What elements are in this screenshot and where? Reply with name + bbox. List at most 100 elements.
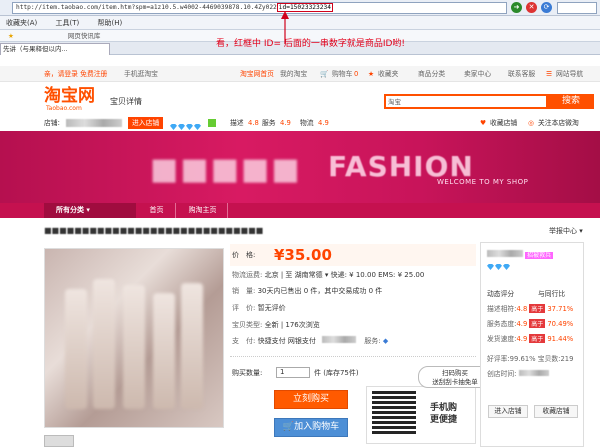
browser-address-bar: http://item.taobao.com/item.htm?spm=a1z1…: [0, 0, 600, 16]
mobile-link[interactable]: 手机逛淘宝: [124, 66, 158, 82]
taobao-top-bar: 亲，请登录 免费注册 手机逛淘宝 淘宝网首页 我的淘宝 🛒 购物车 0 ★ 收藏…: [0, 66, 600, 82]
product-price: ¥35.00: [274, 246, 332, 264]
add-to-cart-button[interactable]: 🛒加入购物车: [274, 418, 348, 437]
menu-help[interactable]: 帮助(H): [97, 19, 122, 27]
menu-bar: 收藏夹(A) 工具(T) 帮助(H): [0, 16, 600, 30]
desc-label: 描述: [230, 119, 244, 127]
pay-label: 支 付:: [232, 337, 256, 345]
review-label: 评 价:: [232, 304, 256, 312]
qr-title-line2: 更便捷: [430, 415, 458, 425]
refresh-icon[interactable]: ⟳: [541, 2, 552, 13]
dynamic-rating-label: 动态评分: [487, 290, 515, 298]
rating-score: 4.9: [516, 320, 528, 328]
enter-shop-button[interactable]: 进入店铺: [128, 117, 164, 129]
sales-label: 销 量:: [232, 287, 256, 295]
rating-pct: 37.71%: [547, 305, 574, 313]
search-button[interactable]: 搜索: [548, 94, 594, 109]
home-link[interactable]: 淘宝网首页: [240, 66, 274, 82]
diamond-icon: [170, 124, 177, 130]
url-prefix: http://item.taobao.com/item.htm?spm=a1z1…: [16, 4, 277, 11]
favorites-link[interactable]: 收藏夹: [378, 66, 398, 82]
seller-name-blurred: [487, 250, 523, 257]
annotation-text: 看，红框中 ID= 后面的一串数字就是商品ID哟!: [216, 39, 406, 49]
product-image[interactable]: [44, 248, 224, 428]
report-link[interactable]: 举报中心 ▾: [549, 226, 583, 236]
qr-title-line1: 手机购: [430, 403, 458, 413]
taobao-logo[interactable]: 淘宝网: [44, 88, 95, 105]
rating-score: 4.9: [516, 335, 528, 343]
follow-link[interactable]: 关注本店微淘: [538, 115, 579, 131]
freight-label: 物流运费:: [232, 271, 263, 279]
rating-label: 服务态度:: [487, 320, 517, 328]
stop-icon[interactable]: ✕: [526, 2, 537, 13]
freight-value: 北京 | 至 湖南常德 ▾ 快递: ¥ 10.00 EMS: ¥ 25.00: [264, 271, 425, 279]
cart-link[interactable]: 购物车: [332, 66, 352, 82]
qty-label: 购买数量:: [232, 369, 263, 377]
taobao-logo-sub: Taobao.com: [46, 105, 82, 112]
login-link[interactable]: 亲，请登录 免费注册: [44, 66, 107, 82]
search-scope-select[interactable]: 淘宝: [388, 96, 401, 106]
category-link[interactable]: 商品分类: [418, 66, 445, 82]
browser-tab[interactable]: 先讲（与果释但以内...: [0, 43, 110, 55]
shop-time-label: 创店时间:: [487, 370, 517, 378]
desc-score: 4.8: [248, 119, 259, 127]
diamond-icon: [186, 124, 193, 130]
browser-search-box[interactable]: [557, 2, 597, 14]
menu-favorites[interactable]: 收藏夹(A): [6, 19, 37, 27]
item-count: 宝贝数:219: [537, 355, 574, 363]
rating-score: 4.8: [516, 305, 528, 313]
sitemap-icon: ☰: [546, 70, 553, 78]
divider: [230, 356, 476, 357]
seller-center-link[interactable]: 卖家中心: [464, 66, 491, 82]
nav-home[interactable]: 首页: [138, 203, 176, 218]
buy-now-button[interactable]: 立刻购买: [274, 390, 348, 409]
collect-shop-side-button[interactable]: 收藏店铺: [534, 405, 578, 418]
rating-pct: 91.44%: [547, 335, 574, 343]
rating-tag: 高于: [529, 319, 546, 328]
diamond-icon: [495, 264, 502, 270]
product-thumbnail[interactable]: [44, 435, 74, 447]
add-to-cart-label: 加入购物车: [294, 422, 340, 432]
nav-all-categories[interactable]: 所有分类 ▾: [44, 203, 136, 218]
web-slice-gallery[interactable]: 网页快讯库: [68, 32, 101, 40]
nav-all-label: 所有分类: [56, 206, 84, 214]
service-label: 服务: [262, 119, 276, 127]
collect-shop-link[interactable]: 收藏店铺: [490, 115, 517, 131]
enter-shop-side-button[interactable]: 进入店铺: [488, 405, 528, 418]
tools-menu-label: 工具: [55, 19, 70, 27]
help-menu-label: 帮助: [97, 19, 112, 27]
service-badge-icon: ◆: [382, 337, 389, 345]
quantity-stepper[interactable]: 1: [276, 367, 310, 378]
ship-label: 物流: [300, 119, 314, 127]
guarantee-icon: [208, 119, 216, 127]
seller-badge: 招被救兵: [525, 252, 554, 259]
weitao-icon: ◎: [528, 119, 534, 127]
product-title-blurred: ■■■■■■■■■■■■■■■■■■■■■■■■■■■■■: [44, 226, 264, 235]
favorites-menu-label: 收藏夹: [6, 19, 27, 27]
rating-label: 发货速度:: [487, 335, 517, 343]
sitemap-link[interactable]: 网站导航: [556, 66, 583, 82]
search-input[interactable]: [384, 94, 548, 109]
type-label: 宝贝类型:: [232, 321, 263, 329]
shop-nav: 所有分类 ▾ 首页 购淘主页: [0, 203, 600, 218]
mobile-buy-title: 手机购 更便捷: [430, 402, 457, 426]
tools-menu-key: (T): [69, 19, 80, 27]
review-value: 暂无评价: [257, 304, 286, 312]
service-info-label: 服务:: [364, 337, 381, 345]
diamond-icon: [178, 124, 185, 130]
shop-info-row: 店铺: 进入店铺 描述 4.8 服务 4.9 物流 4.9 ♥ 收藏店铺 ◎ 关…: [0, 115, 600, 131]
menu-tools[interactable]: 工具(T): [56, 19, 80, 27]
service-link[interactable]: 联系客服: [508, 66, 535, 82]
nav-shop-home[interactable]: 购淘主页: [178, 203, 228, 218]
diamond-icon: [503, 264, 510, 270]
cart-icon[interactable]: 🛒: [320, 66, 328, 82]
help-menu-key: (H): [111, 19, 123, 27]
service-score: 4.9: [280, 119, 291, 127]
go-icon[interactable]: ➜: [511, 2, 522, 13]
good-rate: 好评率:99.61%: [487, 355, 536, 363]
qr-code-icon[interactable]: [372, 390, 416, 434]
url-field[interactable]: http://item.taobao.com/item.htm?spm=a1z1…: [12, 2, 507, 14]
type-value: 全新 | 176次浏览: [264, 321, 320, 329]
my-taobao-link[interactable]: 我的淘宝: [280, 66, 307, 82]
diamond-icon: [487, 264, 494, 270]
